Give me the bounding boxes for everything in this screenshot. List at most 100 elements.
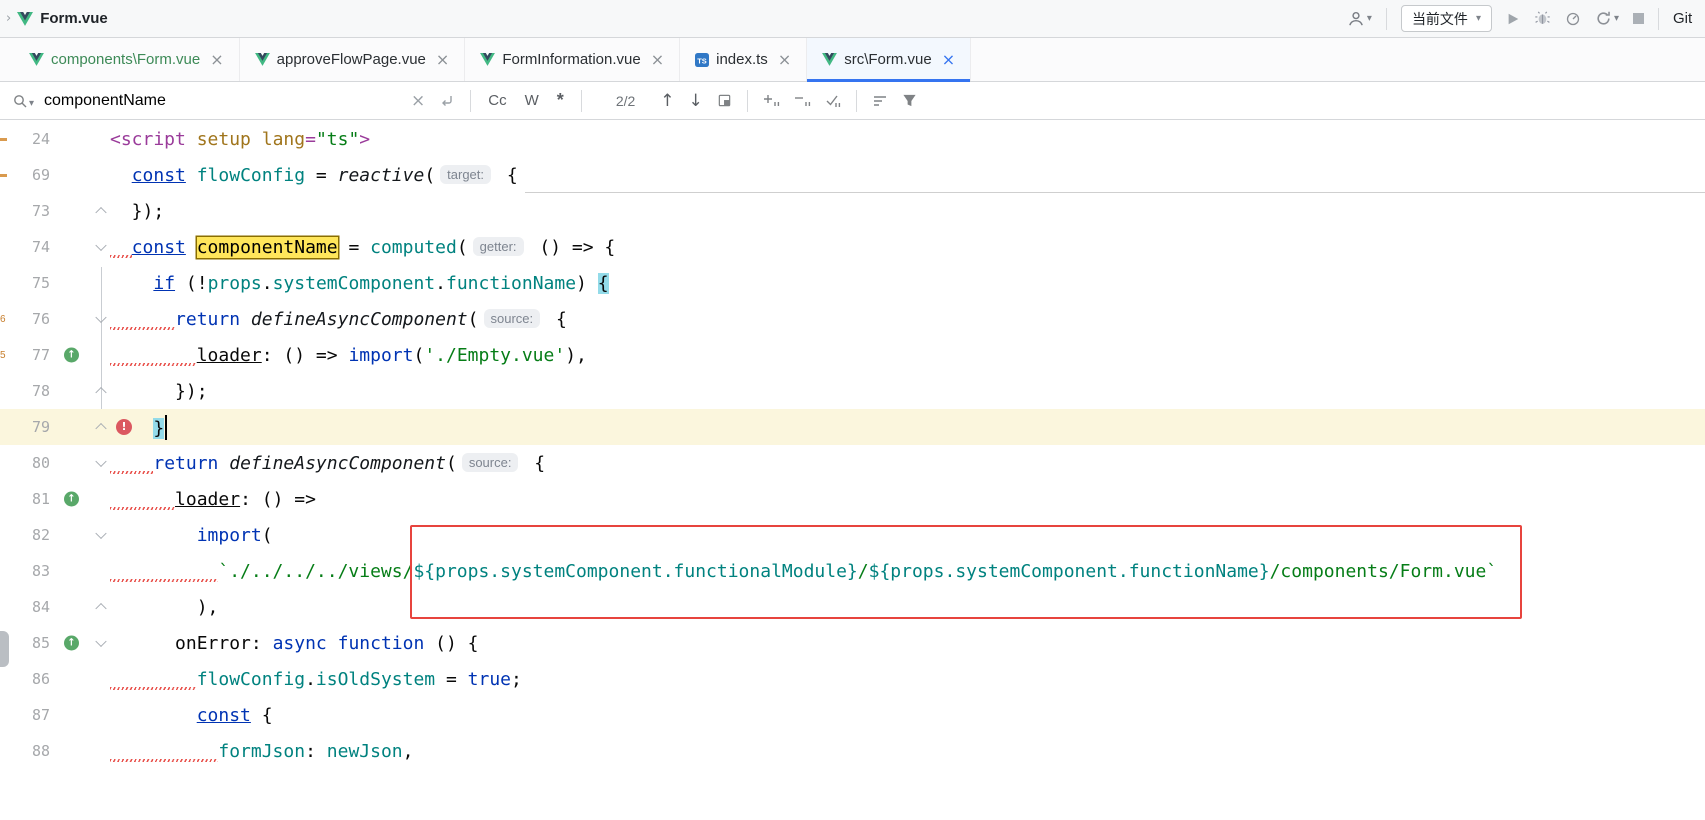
code-lines: 24<script setup lang="ts">69 const flowC… — [0, 121, 1705, 769]
code-text[interactable]: ), — [110, 597, 1705, 618]
find-bar: ▾ × Cc W * 2/2 ↑ ↓ — [0, 82, 1705, 120]
breadcrumb-chevron-icon[interactable]: › — [6, 11, 11, 26]
code-text[interactable]: return defineAsyncComponent(source: { — [110, 453, 1705, 474]
gutter-up-arrow-icon[interactable]: ↑ — [64, 636, 79, 651]
code-text[interactable]: loader: () => import('./Empty.vue'), — [110, 345, 1705, 366]
code-text[interactable]: loader: () => — [110, 489, 1705, 510]
code-text[interactable]: if (!props.systemComponent.functionName)… — [110, 273, 1705, 294]
gutter: ↑ — [50, 337, 110, 373]
clear-search-icon[interactable]: × — [411, 91, 425, 111]
code-text[interactable]: `./../../../views/${props.systemComponen… — [110, 561, 1705, 582]
code-token: { — [523, 453, 545, 474]
code-token: newJson — [327, 741, 403, 762]
code-text[interactable]: } — [110, 415, 1705, 440]
gutter — [50, 229, 110, 265]
match-case-toggle[interactable]: Cc — [483, 90, 511, 111]
tab-close-icon[interactable]: × — [942, 52, 955, 68]
search-match: componentName — [197, 237, 338, 258]
git-menu[interactable]: Git — [1673, 10, 1703, 27]
code-token: const — [132, 237, 186, 258]
whole-words-toggle[interactable]: W — [520, 90, 544, 111]
gutter — [50, 121, 110, 157]
left-strip-mark — [0, 121, 10, 157]
code-text[interactable]: const componentName = computed(getter: (… — [110, 237, 1705, 258]
regex-toggle[interactable]: * — [552, 88, 569, 113]
fold-down-icon[interactable] — [95, 636, 106, 647]
previous-occurrence-button[interactable]: ↑ — [660, 91, 674, 111]
profiler-button[interactable] — [1565, 11, 1581, 27]
code-token — [110, 741, 218, 762]
stop-button[interactable] — [1633, 13, 1644, 24]
gutter — [50, 157, 110, 193]
code-token: { — [598, 273, 609, 294]
code-text[interactable]: }); — [110, 201, 1705, 222]
remove-occurrence-icon[interactable] — [794, 93, 811, 108]
filter-icon[interactable] — [902, 93, 917, 108]
fold-up-icon[interactable] — [95, 387, 106, 398]
search-input[interactable] — [44, 92, 404, 110]
select-all-occurrences-icon[interactable] — [825, 93, 841, 109]
code-token: reactive — [338, 165, 425, 186]
code-line-69: 69 const flowConfig = reactive(target: { — [0, 157, 1705, 193]
code-line-75: 75 if (!props.systemComponent.functionNa… — [0, 265, 1705, 301]
svg-text:TS: TS — [697, 56, 707, 65]
rerun-coverage-button[interactable]: ▾ — [1595, 10, 1619, 27]
fold-down-icon[interactable] — [95, 312, 106, 323]
new-line-icon[interactable] — [439, 93, 455, 109]
code-text[interactable]: return defineAsyncComponent(source: { — [110, 309, 1705, 330]
run-button[interactable] — [1506, 12, 1520, 26]
code-text[interactable]: formJson: newJson, — [110, 741, 1705, 762]
filter-lines-icon[interactable] — [872, 93, 888, 109]
code-text[interactable]: <script setup lang="ts"> — [110, 129, 1705, 150]
code-text[interactable]: import( — [110, 525, 1705, 546]
tab-index-ts[interactable]: TSindex.ts× — [680, 38, 807, 81]
tab-close-icon[interactable]: × — [651, 52, 664, 68]
tab-components-form-vue[interactable]: components\Form.vue× — [14, 38, 240, 81]
fold-down-icon[interactable] — [95, 528, 106, 539]
search-history-button[interactable]: ▾ — [12, 93, 34, 109]
tab-src-form-vue[interactable]: src\Form.vue× — [807, 38, 971, 81]
code-token: : — [251, 633, 273, 654]
code-token: `./../../../views/ — [218, 561, 413, 582]
error-icon[interactable]: ! — [116, 419, 132, 435]
fold-up-icon[interactable] — [95, 207, 106, 218]
tab-close-icon[interactable]: × — [778, 52, 791, 68]
fold-up-icon[interactable] — [95, 603, 106, 614]
code-token — [110, 453, 153, 474]
tab-close-icon[interactable]: × — [210, 52, 223, 68]
gutter-up-arrow-icon[interactable]: ↑ — [64, 348, 79, 363]
user-account-button[interactable]: ▾ — [1347, 10, 1372, 28]
bug-icon — [1534, 10, 1551, 27]
code-token: const — [197, 705, 251, 726]
run-config-label: 当前文件 — [1412, 9, 1468, 29]
code-token: () { — [424, 633, 478, 654]
gutter — [50, 301, 110, 337]
code-text[interactable]: flowConfig.isOldSystem = true; — [110, 669, 1705, 690]
line-number: 88 — [10, 742, 50, 760]
code-text[interactable]: onError: async function () { — [110, 633, 1705, 654]
code-token: "ts" — [316, 129, 359, 150]
tab-close-icon[interactable]: × — [436, 52, 449, 68]
debug-button[interactable] — [1534, 10, 1551, 27]
fold-down-icon[interactable] — [95, 240, 106, 251]
code-text[interactable]: const flowConfig = reactive(target: { — [110, 165, 1705, 186]
code-text[interactable]: }); — [110, 381, 1705, 402]
gutter-up-arrow-icon[interactable]: ↑ — [64, 492, 79, 507]
divider — [1658, 8, 1659, 30]
code-text[interactable]: const { — [110, 705, 1705, 726]
code-token: if — [153, 273, 175, 294]
inlay-hint: source: — [484, 309, 541, 328]
code-token — [110, 561, 218, 582]
open-in-find-window-icon[interactable] — [717, 93, 732, 108]
run-config-select[interactable]: 当前文件 ▾ — [1401, 5, 1492, 32]
tab-approveflowpage-vue[interactable]: approveFlowPage.vue× — [240, 38, 466, 81]
next-occurrence-button[interactable]: ↓ — [689, 91, 703, 111]
code-token — [110, 489, 175, 510]
add-occurrence-icon[interactable] — [763, 93, 780, 108]
left-strip-mark — [0, 265, 10, 301]
tab-forminformation-vue[interactable]: FormInformation.vue× — [465, 38, 680, 81]
fold-down-icon[interactable] — [95, 456, 106, 467]
left-strip-mark — [0, 589, 10, 625]
code-token: ), — [565, 345, 587, 366]
fold-up-icon[interactable] — [95, 423, 106, 434]
